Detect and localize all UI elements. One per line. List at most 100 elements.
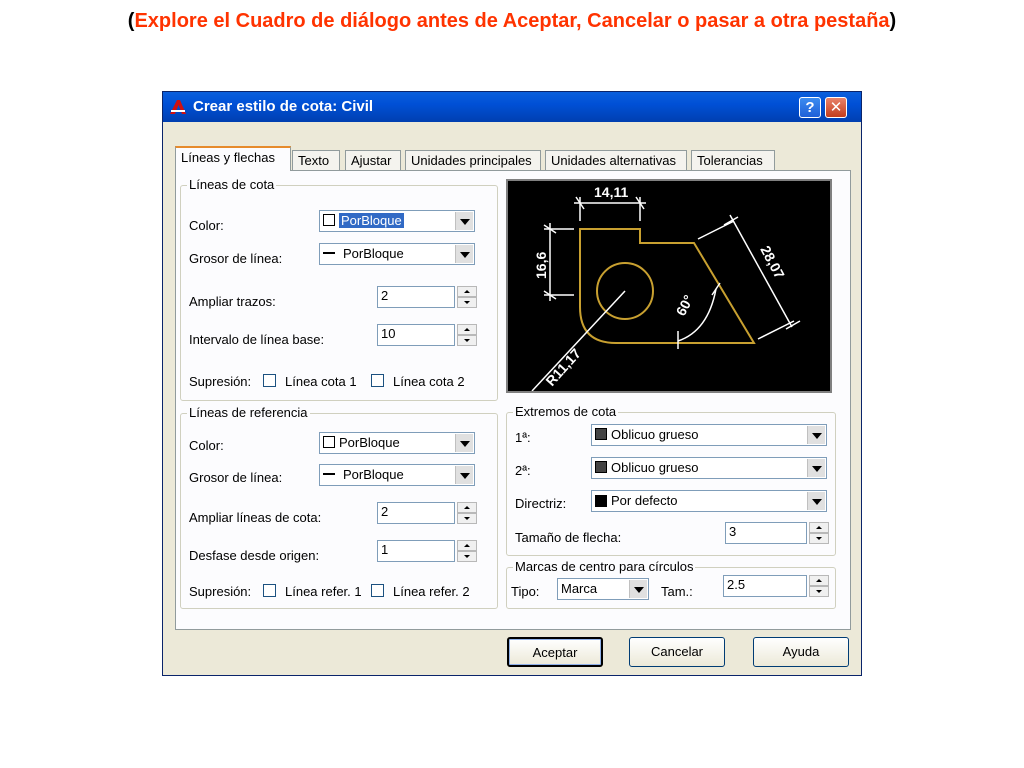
tab-panel: Líneas de cota Color: PorBloque Grosor d… [175, 170, 851, 630]
cancelar-button[interactable]: Cancelar [629, 637, 725, 667]
spin-up-icon[interactable] [457, 502, 477, 513]
lineweight-icon [323, 252, 335, 254]
lineas-cota-legend: Líneas de cota [187, 177, 277, 192]
lineas-ref-group: Líneas de referencia Color: PorBloque Gr… [180, 405, 498, 609]
tam-stepper[interactable]: 2.5 [723, 575, 829, 597]
oblique-arrow-icon [595, 428, 607, 440]
primera-label: 1ª: [515, 430, 531, 445]
intervalo-input[interactable]: 10 [377, 324, 455, 346]
dimension-style-dialog: Crear estilo de cota: Civil ? ✕ Líneas y… [162, 91, 862, 676]
color-swatch-icon [323, 214, 335, 226]
spin-up-icon[interactable] [457, 286, 477, 297]
grosor-label: Grosor de línea: [189, 251, 283, 266]
linea-cota-1-label: Línea cota 1 [285, 374, 357, 389]
dropdown-arrow-icon[interactable] [455, 245, 473, 263]
linea-cota-1-checkbox[interactable] [263, 374, 276, 387]
title-bar[interactable]: Crear estilo de cota: Civil ? ✕ [163, 92, 861, 122]
close-title-button[interactable]: ✕ [825, 97, 847, 118]
ampliar-lineas-input[interactable]: 2 [377, 502, 455, 524]
directriz-combo[interactable]: Por defecto [591, 490, 827, 512]
desfase-label: Desfase desde origen: [189, 548, 320, 563]
dropdown-arrow-icon[interactable] [455, 466, 473, 484]
tipo-label: Tipo: [511, 584, 540, 599]
spin-down-icon[interactable] [457, 297, 477, 308]
tab-unidades-principales[interactable]: Unidades principales [405, 150, 541, 170]
tam-label: Tam.: [661, 584, 693, 599]
tab-lineas-flechas[interactable]: Líneas y flechas [175, 146, 291, 171]
heading-close-paren: ) [889, 10, 897, 32]
spin-down-icon[interactable] [457, 513, 477, 524]
lineas-ref-legend: Líneas de referencia [187, 405, 310, 420]
color-value: PorBloque [339, 213, 404, 228]
tamano-flecha-input[interactable]: 3 [725, 522, 807, 544]
color-swatch-icon [323, 436, 335, 448]
oblique-arrow-icon [595, 461, 607, 473]
spin-up-icon[interactable] [457, 324, 477, 335]
color-combo[interactable]: PorBloque [319, 210, 475, 232]
spin-up-icon[interactable] [809, 575, 829, 586]
ampliar-trazos-input[interactable]: 2 [377, 286, 455, 308]
desfase-input[interactable]: 1 [377, 540, 455, 562]
tipo-combo[interactable]: Marca [557, 578, 649, 600]
dim-angle-label: 60° [673, 292, 697, 318]
spin-up-icon[interactable] [457, 540, 477, 551]
grosor-value: PorBloque [343, 246, 404, 261]
spin-down-icon[interactable] [809, 533, 829, 544]
marcas-legend: Marcas de centro para círculos [513, 559, 696, 574]
preview-drawing: 14,11 16,6 28,07 60° R11,17 [531, 184, 801, 392]
ref-color-value: PorBloque [339, 435, 400, 450]
ayuda-button[interactable]: Ayuda [753, 637, 849, 667]
linea-refer-1-checkbox[interactable] [263, 584, 276, 597]
dropdown-arrow-icon[interactable] [455, 434, 473, 452]
tipo-value: Marca [561, 581, 598, 596]
primera-combo[interactable]: Oblicuo grueso [591, 424, 827, 446]
ref-grosor-value: PorBloque [343, 467, 404, 482]
grosor-combo[interactable]: PorBloque [319, 243, 475, 265]
intervalo-stepper[interactable]: 10 [377, 324, 477, 346]
lineweight-icon [323, 473, 335, 475]
linea-cota-2-checkbox[interactable] [371, 374, 384, 387]
desfase-stepper[interactable]: 1 [377, 540, 477, 562]
spin-down-icon[interactable] [457, 335, 477, 346]
dropdown-arrow-icon[interactable] [455, 212, 473, 230]
segunda-combo[interactable]: Oblicuo grueso [591, 457, 827, 479]
tab-unidades-alternativas[interactable]: Unidades alternativas [545, 150, 687, 170]
intervalo-label: Intervalo de línea base: [189, 332, 325, 347]
linea-cota-2-label: Línea cota 2 [393, 374, 465, 389]
heading-text: Explore el Cuadro de diálogo antes de Ac… [134, 10, 890, 32]
autocad-app-icon [170, 100, 186, 114]
dropdown-arrow-icon[interactable] [807, 459, 825, 477]
primera-value: Oblicuo grueso [611, 427, 699, 442]
dimension-preview: 14,11 16,6 28,07 60° R11,17 [506, 179, 832, 393]
extremos-legend: Extremos de cota [513, 404, 619, 419]
dropdown-arrow-icon[interactable] [807, 492, 825, 510]
linea-refer-2-checkbox[interactable] [371, 584, 384, 597]
help-icon: ? [805, 99, 815, 116]
spin-down-icon[interactable] [457, 551, 477, 562]
tamano-flecha-stepper[interactable]: 3 [725, 522, 829, 544]
dropdown-arrow-icon[interactable] [629, 580, 647, 598]
supresion-label: Supresión: [189, 374, 252, 389]
tam-input[interactable]: 2.5 [723, 575, 807, 597]
help-title-button[interactable]: ? [799, 97, 821, 118]
dim-top-label: 14,11 [594, 184, 628, 200]
instruction-heading: (Explore el Cuadro de diálogo antes de A… [0, 10, 1024, 33]
tab-texto[interactable]: Texto [292, 150, 340, 170]
spin-down-icon[interactable] [809, 586, 829, 597]
dim-right-label: 28,07 [757, 243, 788, 282]
close-icon: ✕ [829, 99, 843, 116]
ampliar-lineas-stepper[interactable]: 2 [377, 502, 477, 524]
aceptar-button[interactable]: Aceptar [507, 637, 603, 667]
ampliar-trazos-stepper[interactable]: 2 [377, 286, 477, 308]
segunda-value: Oblicuo grueso [611, 460, 699, 475]
dropdown-arrow-icon[interactable] [807, 426, 825, 444]
segunda-label: 2ª: [515, 463, 531, 478]
directriz-value: Por defecto [611, 493, 678, 508]
ref-grosor-label: Grosor de línea: [189, 470, 283, 485]
spin-up-icon[interactable] [809, 522, 829, 533]
ref-color-combo[interactable]: PorBloque [319, 432, 475, 454]
color-label: Color: [189, 218, 224, 233]
ref-grosor-combo[interactable]: PorBloque [319, 464, 475, 486]
tab-ajustar[interactable]: Ajustar [345, 150, 401, 170]
tab-tolerancias[interactable]: Tolerancias [691, 150, 775, 170]
